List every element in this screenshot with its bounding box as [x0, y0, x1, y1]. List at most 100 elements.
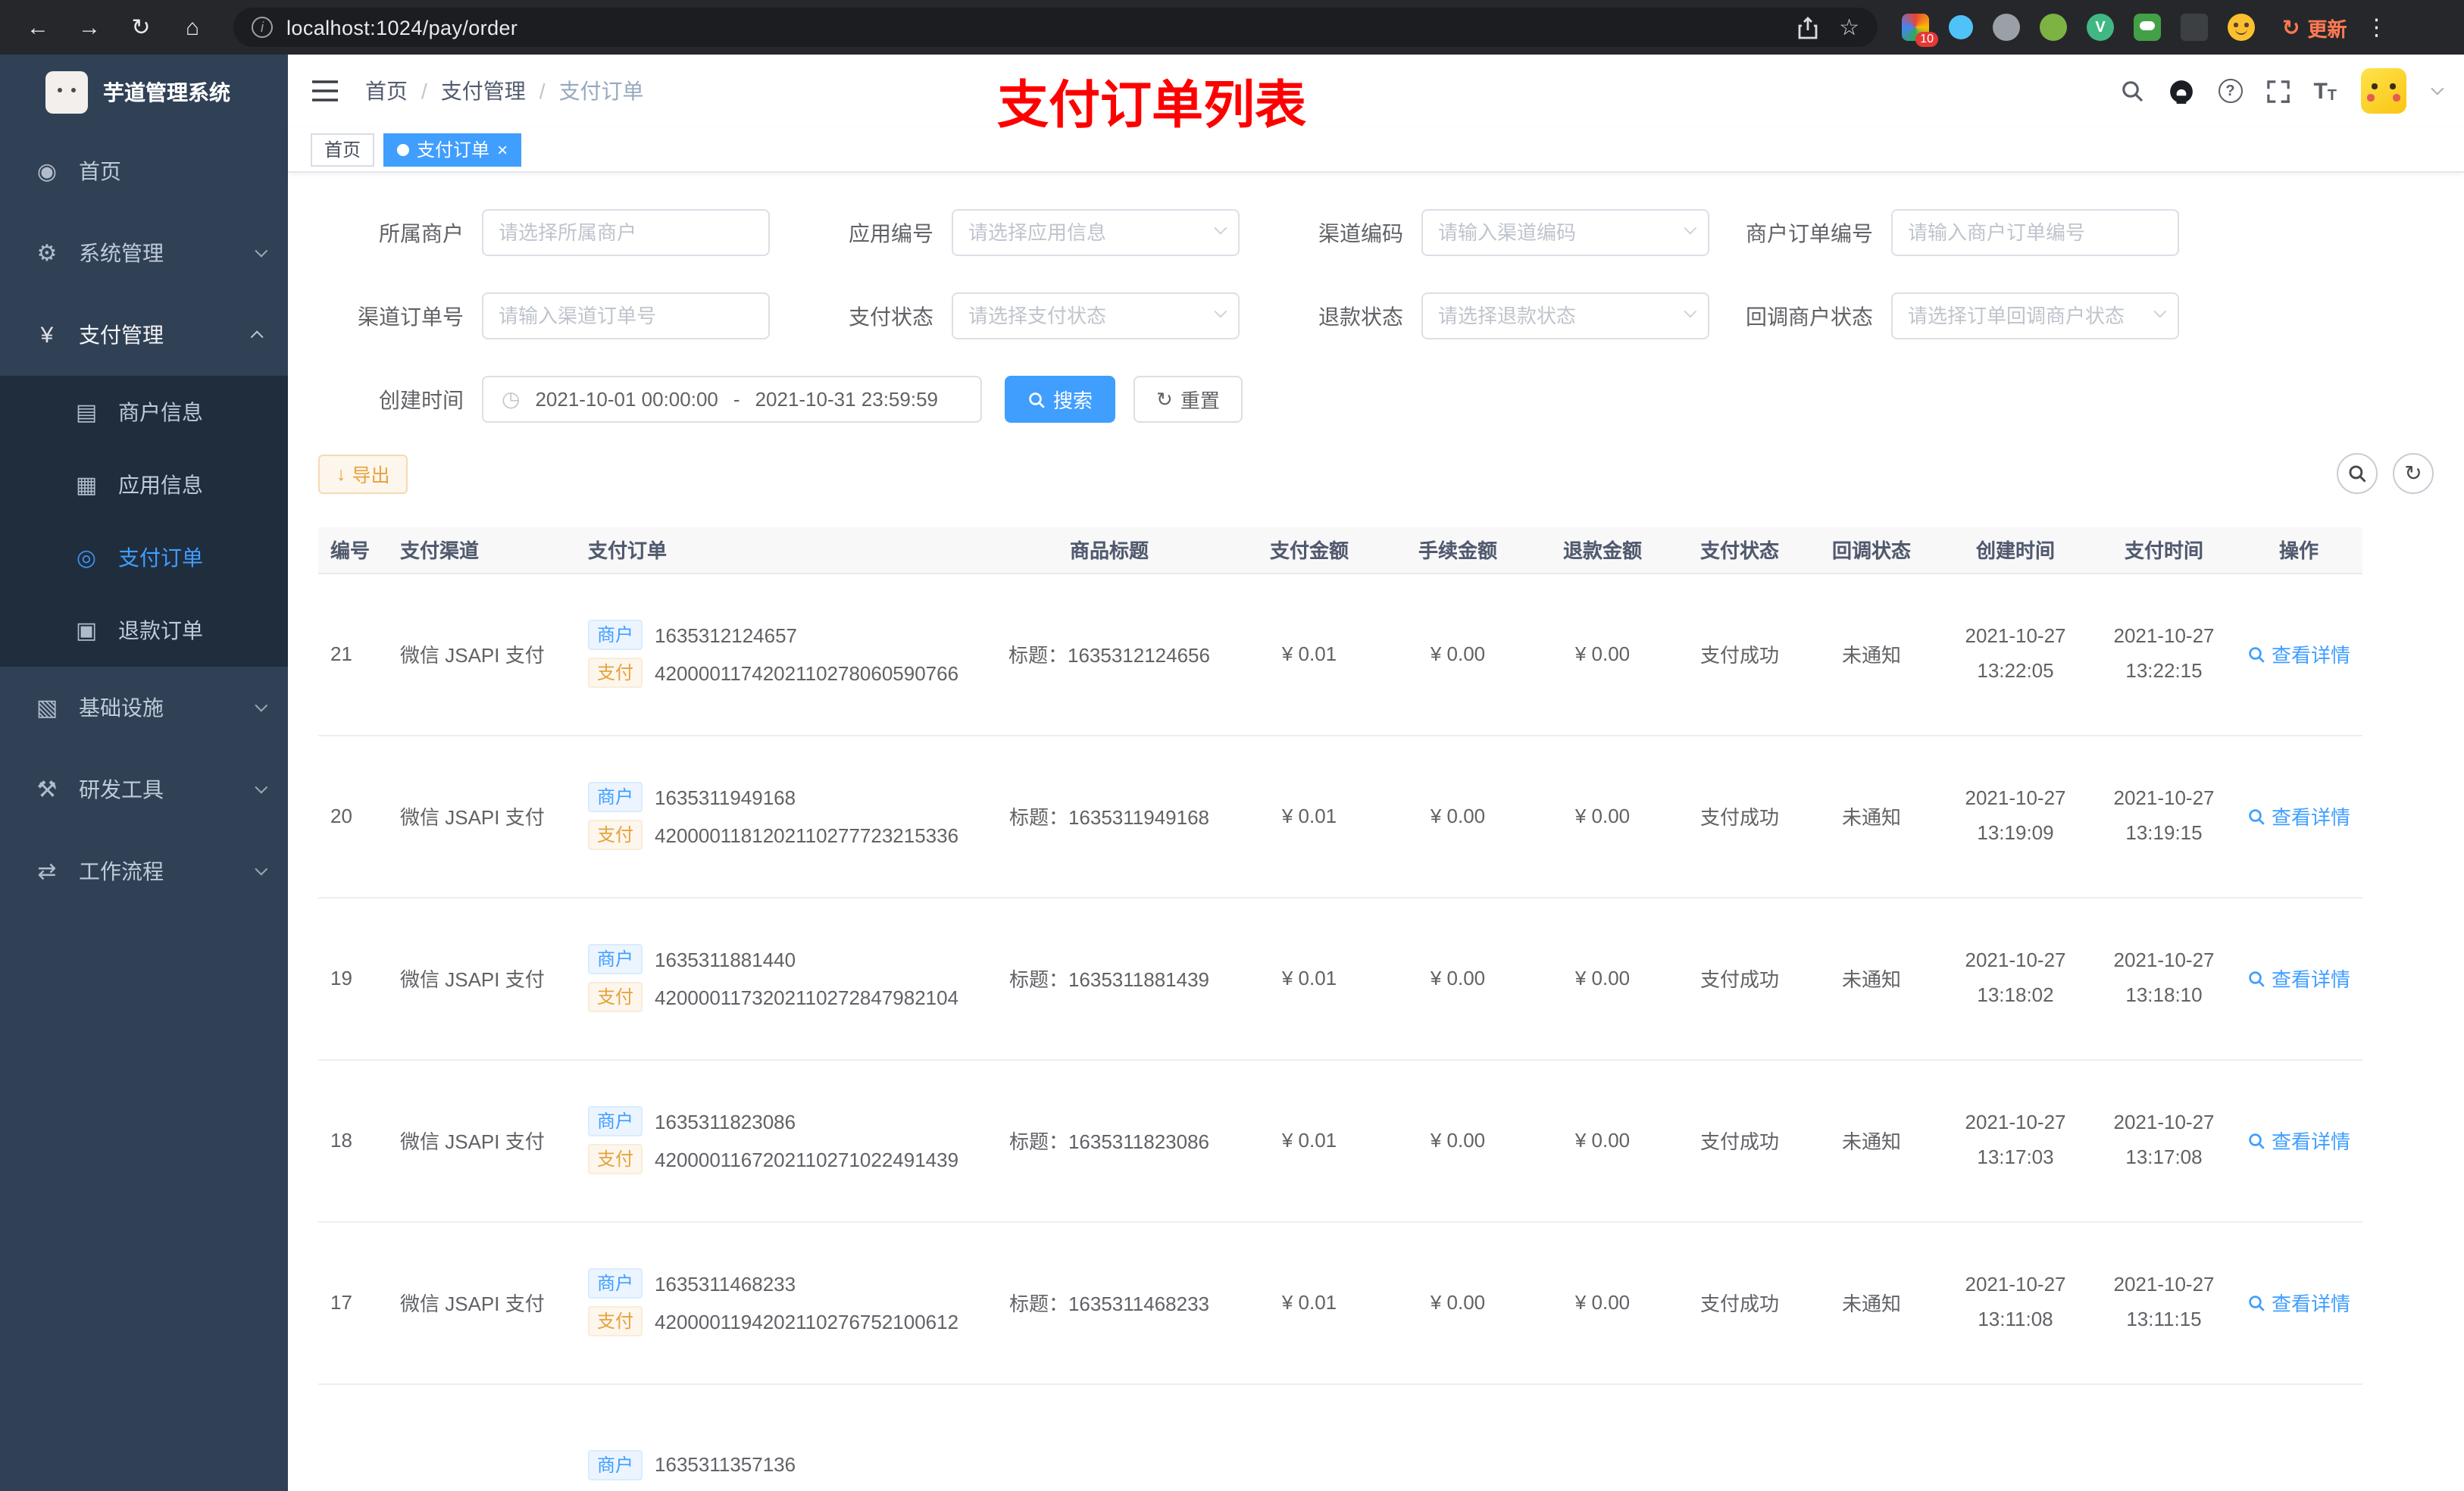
extension-badge: 10 — [1915, 32, 1938, 47]
sidebar-item-dev-tools[interactable]: ⚒ 研发工具 — [0, 749, 288, 830]
help-icon[interactable]: ? — [2218, 79, 2243, 103]
sidebar-item-home[interactable]: ◉ 首页 — [0, 130, 288, 212]
orders-table: 编号 支付渠道 支付订单 商品标题 支付金额 手续金额 退款金额 支付状态 回调… — [318, 527, 2434, 1491]
site-info-icon[interactable]: i — [252, 17, 273, 38]
sidebar-toggle-icon[interactable] — [312, 80, 338, 102]
cell-action: 查看详情 — [2235, 897, 2362, 1060]
sidebar-item-workflow[interactable]: ⇄ 工作流程 — [0, 830, 288, 912]
column-header: 退款金额 — [1531, 527, 1674, 574]
create-time-range-input[interactable]: ◷ 2021-10-01 00:00:00 - 2021-10-31 23:59… — [482, 376, 982, 423]
merchant-card-icon: ▤ — [75, 400, 98, 426]
extension-icon[interactable]: 10 — [1902, 14, 1938, 47]
search-icon[interactable] — [2119, 79, 2143, 103]
gear-icon: ⚙ — [36, 241, 58, 267]
filter-input[interactable] — [482, 209, 770, 256]
smiley-extension-icon[interactable] — [2228, 14, 2255, 41]
fullscreen-icon[interactable] — [2266, 80, 2290, 102]
filter-input[interactable] — [1891, 209, 2179, 256]
vue-devtools-icon[interactable] — [2087, 14, 2114, 41]
view-detail-link[interactable]: 查看详情 — [2247, 802, 2350, 830]
cell-title: 标题：1635311468233 — [985, 1221, 1234, 1384]
search-button[interactable]: 搜索 — [1005, 376, 1116, 423]
toggle-search-button[interactable] — [2337, 453, 2378, 494]
filter-input[interactable] — [1421, 209, 1709, 256]
merchant-order-no: 1635311468233 — [655, 1272, 796, 1295]
share-icon[interactable] — [1796, 16, 1818, 39]
column-header: 回调状态 — [1805, 527, 1938, 574]
view-detail-link[interactable]: 查看详情 — [2247, 1288, 2350, 1317]
filter-field: 退款状态 — [1258, 292, 1728, 339]
reset-button[interactable]: ↻ 重置 — [1134, 376, 1243, 423]
view-detail-link[interactable]: 查看详情 — [2247, 1126, 2350, 1155]
reload-icon[interactable]: ↻ — [121, 8, 161, 47]
browser-update-button[interactable]: ↻ 更新 — [2282, 13, 2347, 42]
cell-create-time: 2021-10-27 13:18:02 — [1938, 897, 2093, 1060]
filter-field: 所属商户 — [318, 209, 788, 256]
forward-icon[interactable]: → — [70, 8, 109, 47]
pin-extension-icon[interactable] — [2181, 14, 2208, 41]
extension-icon[interactable] — [2040, 14, 2067, 41]
user-avatar[interactable] — [2361, 68, 2406, 114]
filter-field: 应用编号 — [788, 209, 1258, 256]
sidebar-item-merchant-info[interactable]: ▤ 商户信息 — [0, 376, 288, 449]
github-icon[interactable] — [2168, 78, 2194, 104]
app-logo[interactable]: 芋道管理系统 — [0, 55, 288, 130]
cell-title: 标题：1635312124656 — [985, 573, 1234, 736]
filter-label: 支付状态 — [849, 304, 933, 328]
home-icon[interactable]: ⌂ — [173, 8, 212, 47]
back-icon[interactable]: ← — [18, 8, 58, 47]
chat-extension-icon[interactable] — [2134, 14, 2161, 41]
extension-icon[interactable] — [1949, 15, 1973, 39]
filter-label: 渠道订单号 — [358, 304, 464, 328]
view-detail-link[interactable]: 查看详情 — [2247, 964, 2350, 992]
filter-input[interactable] — [1891, 292, 2179, 339]
workflow-icon: ⇄ — [37, 859, 57, 885]
pay-order-no: 4200001167202110271022491439 — [655, 1148, 959, 1171]
tags-view: 首页 支付订单 × — [288, 127, 2464, 173]
breadcrumb-pay-management[interactable]: 支付管理 — [441, 76, 526, 106]
cell-action: 查看详情 — [2235, 1059, 2362, 1222]
cell-pay-amount: ¥ 0.01 — [1234, 1221, 1385, 1384]
address-bar[interactable]: i localhost:1024/pay/order ☆ — [233, 8, 1878, 47]
bookmark-star-icon[interactable]: ☆ — [1839, 14, 1859, 41]
column-header: 支付金额 — [1234, 527, 1385, 574]
sidebar-item-payment[interactable]: ¥ 支付管理 — [0, 294, 288, 376]
sidebar-item-system[interactable]: ⚙ 系统管理 — [0, 212, 288, 294]
cell-refund-amount: ¥ 0.00 — [1531, 735, 1674, 898]
filter-input[interactable] — [952, 292, 1240, 339]
chevron-down-icon — [255, 699, 268, 712]
sidebar-item-infrastructure[interactable]: ▧ 基础设施 — [0, 667, 288, 749]
app-grid-icon: ▦ — [75, 473, 98, 499]
app-title: 芋道管理系统 — [103, 80, 230, 105]
export-button[interactable]: ↓ 导出 — [318, 454, 408, 493]
refresh-table-button[interactable]: ↻ — [2393, 453, 2434, 494]
cell-create-time: 2021-10-27 13:11:08 — [1938, 1221, 2093, 1384]
font-size-icon[interactable]: TT — [2313, 78, 2337, 104]
cell-order: 商户 1635311949168 支付 42000011812021102777… — [576, 735, 985, 898]
sidebar-item-app-info[interactable]: ▦ 应用信息 — [0, 449, 288, 521]
filter-field: 支付状态 — [788, 292, 1258, 339]
cell-id: 18 — [318, 1059, 388, 1222]
close-icon[interactable]: × — [497, 140, 508, 158]
filter-input[interactable] — [1421, 292, 1709, 339]
breadcrumb-home[interactable]: 首页 — [365, 76, 408, 106]
screen: ← → ↻ ⌂ i localhost:1024/pay/order ☆ 10 — [0, 0, 2464, 1491]
sidebar-item-pay-order[interactable]: ◎ 支付订单 — [0, 521, 288, 594]
sidebar-item-refund-order[interactable]: ▣ 退款订单 — [0, 594, 288, 667]
cell-refund-amount — [1531, 1383, 1674, 1491]
filter-label: 退款状态 — [1318, 304, 1403, 328]
tools-icon: ⚒ — [36, 777, 58, 803]
view-detail-link[interactable]: 查看详情 — [2247, 639, 2350, 668]
browser-menu-icon[interactable]: ⋮ — [2366, 14, 2388, 41]
column-header: 商品标题 — [985, 527, 1234, 574]
avatar-caret-icon[interactable] — [2431, 82, 2444, 95]
filter-input[interactable] — [482, 292, 770, 339]
cell-title: 标题：1635311823086 — [985, 1059, 1234, 1222]
cell-fee-amount — [1385, 1383, 1531, 1491]
sidebar-menu: ◉ 首页 ⚙ 系统管理 ¥ 支付管理 ▤ 商户信息 ▦ 应用信息 ◎ 支付订单 … — [0, 130, 288, 912]
tag-home[interactable]: 首页 — [311, 133, 375, 166]
filter-input[interactable] — [952, 209, 1240, 256]
cell-pay-status: 支付成功 — [1674, 897, 1805, 1060]
extension-icon[interactable] — [1993, 14, 2020, 41]
tag-pay-order[interactable]: 支付订单 × — [383, 133, 522, 166]
